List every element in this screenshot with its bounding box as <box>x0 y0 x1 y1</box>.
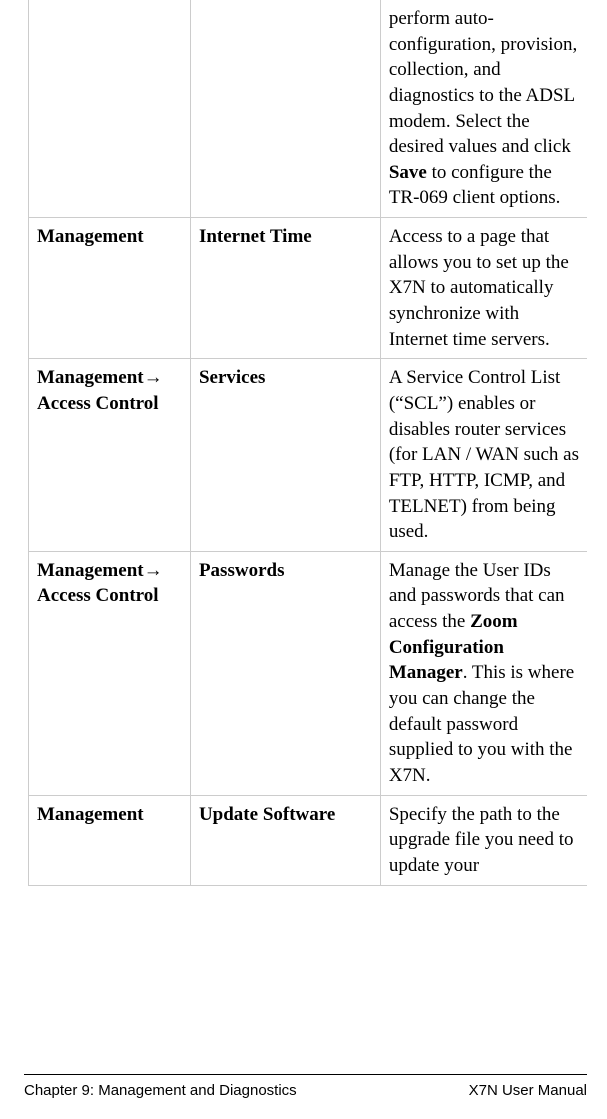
cell-description: Specify the path to the upgrade file you… <box>380 795 587 885</box>
arrow-icon: → <box>144 367 163 388</box>
cell-menu-path: Management→ Access Control <box>29 359 191 551</box>
arrow-icon: → <box>144 560 163 581</box>
cell-option: Passwords <box>190 551 380 795</box>
table-row: Management Internet Time Access to a pag… <box>29 218 588 359</box>
cell-description: Access to a page that allows you to set … <box>380 218 587 359</box>
cell-menu-path: Management <box>29 795 191 885</box>
table-row: perform auto-configuration, provision, c… <box>29 0 588 218</box>
page-footer: Chapter 9: Management and Diagnostics X7… <box>24 1074 587 1101</box>
option-bold: Services <box>199 367 265 388</box>
option-bold: Internet Time <box>199 226 312 247</box>
cell-option: Internet Time <box>190 218 380 359</box>
description-text: A Service Control List (“SCL”) enables o… <box>389 367 579 542</box>
description-bold: Save <box>389 162 427 183</box>
menu-path-bold: Access Control <box>37 585 159 606</box>
menu-path-bold: Management <box>37 560 144 581</box>
footer-chapter: Chapter 9: Management and Diagnostics <box>24 1081 297 1101</box>
cell-menu-path: Management→ Access Control <box>29 551 191 795</box>
footer-manual: X7N User Manual <box>469 1081 587 1101</box>
menu-path-bold: Access Control <box>37 393 159 414</box>
table-row: Management→ Access Control Passwords Man… <box>29 551 588 795</box>
description-text: perform auto-configuration, provision, c… <box>389 8 577 157</box>
description-text: Access to a page that allows you to set … <box>389 226 569 350</box>
cell-menu-path <box>29 0 191 218</box>
menu-path-bold: Management <box>37 804 144 825</box>
table-row: Management Update Software Specify the p… <box>29 795 588 885</box>
menu-path-bold: Management <box>37 367 144 388</box>
cell-option: Update Software <box>190 795 380 885</box>
cell-option: Services <box>190 359 380 551</box>
cell-menu-path: Management <box>29 218 191 359</box>
cell-option <box>190 0 380 218</box>
table-row: Management→ Access Control Services A Se… <box>29 359 588 551</box>
feature-table: perform auto-configuration, provision, c… <box>28 0 587 886</box>
menu-path-bold: Management <box>37 226 144 247</box>
cell-description: perform auto-configuration, provision, c… <box>380 0 587 218</box>
option-bold: Update Software <box>199 804 335 825</box>
option-bold: Passwords <box>199 560 285 581</box>
cell-description: A Service Control List (“SCL”) enables o… <box>380 359 587 551</box>
cell-description: Manage the User IDs and passwords that c… <box>380 551 587 795</box>
description-text: Specify the path to the upgrade file you… <box>389 804 574 876</box>
